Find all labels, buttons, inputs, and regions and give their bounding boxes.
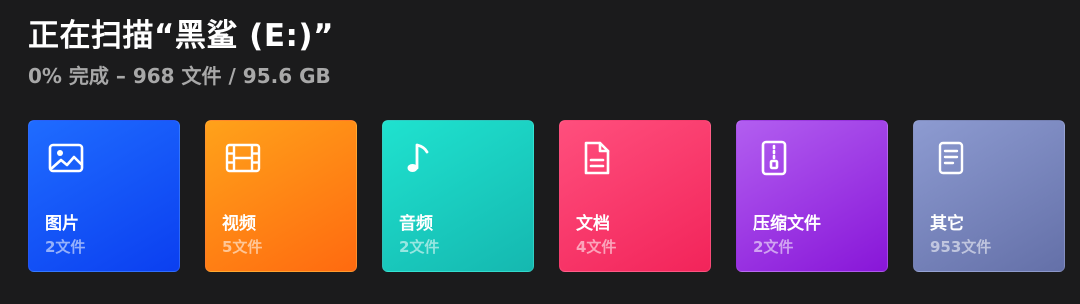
scan-header: 正在扫描“黑鲨 (E:)” 0% 完成 – 968 文件 / 95.6 GB <box>28 14 334 90</box>
category-card-other[interactable]: 其它 953文件 <box>913 120 1065 272</box>
music-note-icon <box>401 139 439 177</box>
category-card-audio[interactable]: 音频 2文件 <box>382 120 534 272</box>
category-card-videos[interactable]: 视频 5文件 <box>205 120 357 272</box>
category-label: 图片 <box>45 214 79 234</box>
category-count: 2文件 <box>45 238 86 256</box>
category-count: 2文件 <box>399 238 440 256</box>
film-icon <box>224 139 262 177</box>
category-count: 953文件 <box>930 238 992 256</box>
document-icon <box>578 139 616 177</box>
archive-zip-icon <box>755 139 793 177</box>
category-card-images[interactable]: 图片 2文件 <box>28 120 180 272</box>
category-label: 其它 <box>930 214 964 234</box>
category-count: 2文件 <box>753 238 794 256</box>
category-count: 4文件 <box>576 238 617 256</box>
category-card-archives[interactable]: 压缩文件 2文件 <box>736 120 888 272</box>
other-file-icon <box>932 139 970 177</box>
category-label: 压缩文件 <box>753 214 821 234</box>
scan-progress-summary: 0% 完成 – 968 文件 / 95.6 GB <box>28 64 331 88</box>
category-label: 音频 <box>399 214 433 234</box>
image-icon <box>47 139 85 177</box>
category-label: 视频 <box>222 214 256 234</box>
category-count: 5文件 <box>222 238 263 256</box>
scan-title: 正在扫描“黑鲨 (E:)” <box>28 18 334 54</box>
category-card-documents[interactable]: 文档 4文件 <box>559 120 711 272</box>
category-label: 文档 <box>576 214 610 234</box>
